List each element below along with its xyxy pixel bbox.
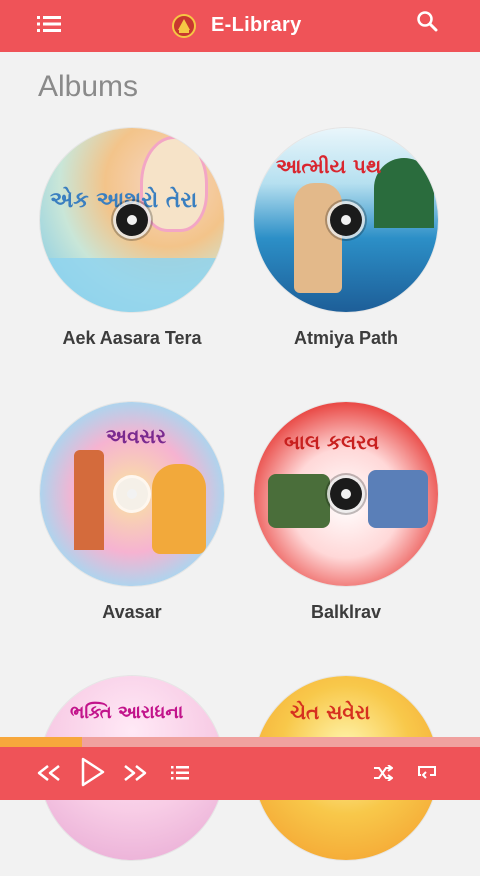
album-card-atmiya-path[interactable]: આત્મીય પથ Atmiya Path bbox=[226, 128, 466, 349]
tower-illustration bbox=[74, 450, 104, 550]
disc-title-text: ચેત સવેરા bbox=[290, 700, 371, 724]
disc-title-text: અવસર bbox=[106, 424, 167, 448]
disc-hole bbox=[330, 478, 362, 510]
disc-title-text: ભક્તિ આરાધના bbox=[70, 702, 184, 723]
album-disc-art: અવસર bbox=[40, 402, 224, 586]
list-icon bbox=[37, 16, 61, 32]
disc-title-text: બાલ કલરવ bbox=[284, 430, 380, 454]
disc-wave bbox=[40, 258, 224, 312]
app-toolbar: E-Library bbox=[0, 0, 480, 52]
disc-title-text: આત્મીય પથ bbox=[276, 154, 382, 178]
search-button[interactable] bbox=[414, 8, 440, 34]
menu-button[interactable] bbox=[36, 13, 62, 35]
rewind-icon bbox=[37, 765, 60, 781]
repeat-icon bbox=[418, 766, 436, 779]
disc-hole bbox=[116, 478, 148, 510]
deity-illustration bbox=[140, 136, 208, 232]
temple-logo-icon bbox=[172, 14, 196, 38]
album-title: Balklrav bbox=[310, 602, 382, 622]
children-photo-right bbox=[368, 470, 428, 528]
album-title: Aek Aasara Tera bbox=[62, 328, 202, 348]
deity-illustration bbox=[152, 464, 206, 554]
playlist-button[interactable] bbox=[168, 762, 192, 784]
disc-hole bbox=[116, 204, 148, 236]
album-title: Avasar bbox=[102, 602, 162, 622]
app-title: E-Library bbox=[211, 14, 302, 36]
audio-player-bar bbox=[0, 740, 480, 800]
album-disc-art: એક આશરો તેરા bbox=[40, 128, 224, 312]
album-disc-art: આત્મીય પથ bbox=[254, 128, 438, 312]
playlist-icon bbox=[171, 766, 189, 780]
next-button[interactable] bbox=[120, 758, 150, 788]
album-card-avasar[interactable]: અવસર Avasar bbox=[12, 402, 252, 623]
album-card-balklrav[interactable]: બાલ કલરવ Balklrav bbox=[226, 402, 466, 623]
search-icon bbox=[417, 11, 438, 32]
app-logo bbox=[172, 14, 196, 38]
album-disc-art: બાલ કલરવ bbox=[254, 402, 438, 586]
section-heading: Albums bbox=[38, 70, 139, 103]
album-card-aek-aasara-tera[interactable]: એક આશરો તેરા Aek Aasara Tera bbox=[12, 128, 252, 349]
fast-forward-icon bbox=[124, 765, 147, 781]
repeat-button[interactable] bbox=[414, 762, 440, 784]
previous-button[interactable] bbox=[34, 758, 64, 788]
play-button[interactable] bbox=[76, 754, 110, 790]
children-photo-left bbox=[268, 474, 330, 528]
playback-progress-fill bbox=[0, 737, 82, 747]
trees-illustration bbox=[374, 158, 434, 228]
album-title: Atmiya Path bbox=[293, 328, 399, 348]
shuffle-button[interactable] bbox=[370, 762, 396, 784]
shuffle-icon bbox=[374, 765, 393, 781]
disc-hole bbox=[330, 204, 362, 236]
play-icon bbox=[81, 757, 105, 787]
figures-illustration bbox=[294, 183, 342, 293]
